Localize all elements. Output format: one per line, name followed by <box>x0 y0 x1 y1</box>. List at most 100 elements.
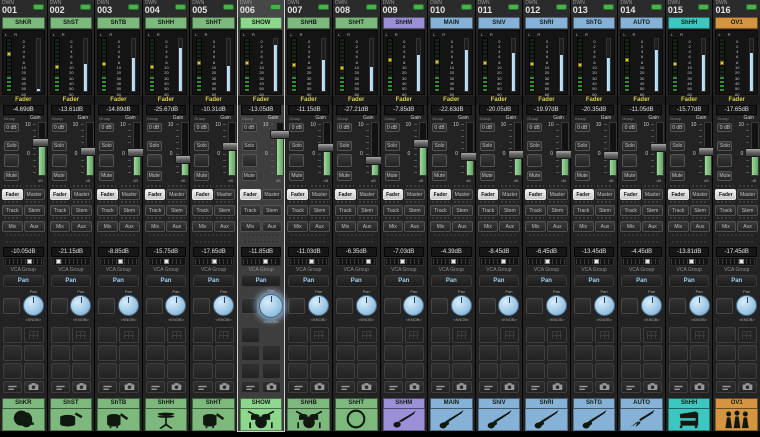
pan-knob[interactable] <box>259 294 283 318</box>
mode-track-button[interactable]: Track <box>573 205 594 216</box>
mode-stem-button[interactable]: Stem <box>262 205 283 216</box>
pad-button[interactable] <box>98 345 117 361</box>
mode-stem-button[interactable]: Stem <box>690 205 711 216</box>
pad-button[interactable] <box>690 363 709 379</box>
pad-button-grid-glyph[interactable] <box>262 327 281 343</box>
scribble-strip[interactable]: ShTB <box>97 17 140 29</box>
io-pad-button[interactable] <box>716 381 735 393</box>
io-pad-button[interactable] <box>146 381 165 393</box>
blank-button[interactable] <box>432 154 447 167</box>
channel-plate[interactable]: ShKR <box>2 398 45 431</box>
zero-db-button[interactable]: 0 dB <box>242 123 257 132</box>
pad-button[interactable] <box>119 363 138 379</box>
channel-plate[interactable]: ShIV <box>478 398 521 431</box>
pad-button[interactable] <box>215 345 234 361</box>
mode-master-button[interactable]: Master <box>404 189 425 200</box>
pan-knob[interactable] <box>451 295 472 316</box>
pan-section-bar[interactable]: Pan <box>431 275 472 287</box>
pad-button-grid-glyph[interactable] <box>452 327 471 343</box>
zero-db-button[interactable]: 0 dB <box>527 123 542 132</box>
knob-side-pad[interactable] <box>193 298 210 314</box>
channel-plate[interactable]: ShHT <box>335 398 378 431</box>
pad-button[interactable] <box>716 327 735 343</box>
pan-section-bar[interactable]: Pan <box>193 275 234 287</box>
pad-button[interactable] <box>241 327 260 343</box>
channel-header[interactable]: DWN 005 <box>190 0 237 17</box>
channel-plate[interactable]: ShST <box>50 398 93 431</box>
mode-stem-button[interactable]: Stem <box>357 205 378 216</box>
mute-button[interactable]: Mute <box>4 171 19 181</box>
pad-button[interactable] <box>288 327 307 343</box>
fader-track[interactable] <box>276 122 284 176</box>
mode-master-button[interactable]: Master <box>547 189 568 200</box>
blank-button[interactable] <box>99 154 114 167</box>
mode-track-button[interactable]: Track <box>192 205 213 216</box>
snapshot-pad-button[interactable] <box>72 381 91 393</box>
pad-button[interactable] <box>146 345 165 361</box>
zero-db-button[interactable]: 0 dB <box>480 123 495 132</box>
mode-track-button[interactable]: Track <box>2 205 23 216</box>
pad-button-grid-glyph[interactable] <box>357 327 376 343</box>
mode-master-button[interactable]: Master <box>309 189 330 200</box>
pad-button[interactable] <box>3 327 22 343</box>
mute-button[interactable]: Mute <box>575 171 590 181</box>
scribble-strip[interactable]: ShTG <box>573 17 616 29</box>
pan-section-bar[interactable]: Pan <box>51 275 92 287</box>
pad-button[interactable] <box>621 363 640 379</box>
mode-track-button[interactable]: Track <box>335 205 356 216</box>
mode-master-button[interactable]: Master <box>71 189 92 200</box>
channel-plate[interactable]: AUTO <box>620 398 663 431</box>
mini-slider[interactable] <box>621 257 662 266</box>
pan-section-bar[interactable]: Pan <box>288 275 329 287</box>
mini-slider-handle[interactable] <box>309 259 314 264</box>
zero-db-button[interactable]: 0 dB <box>99 123 114 132</box>
channel-header[interactable]: DWN 016 <box>713 0 760 17</box>
mini-slider[interactable] <box>288 257 329 266</box>
mode-fader-button[interactable]: Fader <box>430 189 451 200</box>
pad-button[interactable] <box>479 345 498 361</box>
pad-button[interactable] <box>621 327 640 343</box>
channel-header[interactable]: DWN 008 <box>333 0 380 17</box>
pad-button[interactable] <box>574 345 593 361</box>
pan-knob[interactable] <box>118 295 139 316</box>
solo-button[interactable]: Solo <box>717 141 732 151</box>
mute-button[interactable]: Mute <box>385 171 400 181</box>
pan-knob[interactable] <box>165 295 186 316</box>
io-pad-button[interactable] <box>336 381 355 393</box>
solo-button[interactable]: Solo <box>527 141 542 151</box>
mode-fader-button[interactable]: Fader <box>335 189 356 200</box>
mini-slider-handle[interactable] <box>645 259 650 264</box>
pad-button-grid-glyph[interactable] <box>405 327 424 343</box>
pan-section-bar[interactable]: Pan <box>3 275 44 287</box>
mode-master-button[interactable]: Master <box>499 189 520 200</box>
pan-section-bar[interactable]: Pan <box>479 275 520 287</box>
zero-db-button[interactable]: 0 dB <box>52 123 67 132</box>
scribble-strip[interactable]: ShHM <box>383 17 426 29</box>
mini-slider[interactable] <box>241 257 282 266</box>
snapshot-pad-button[interactable] <box>595 381 614 393</box>
channel-plate[interactable]: ShHB <box>287 398 330 431</box>
pan-section-bar[interactable]: Pan <box>384 275 425 287</box>
pad-button[interactable] <box>357 345 376 361</box>
fader-track[interactable] <box>751 122 759 176</box>
fader-track[interactable] <box>181 122 189 176</box>
mini-slider-handle[interactable] <box>594 259 599 264</box>
io-pad-button[interactable] <box>384 381 403 393</box>
mode-master-button[interactable]: Master <box>737 189 758 200</box>
snapshot-pad-button[interactable] <box>452 381 471 393</box>
knob-side-pad[interactable] <box>98 298 115 314</box>
pan-knob[interactable] <box>546 295 567 316</box>
pad-button[interactable] <box>310 345 329 361</box>
pad-button[interactable] <box>3 363 22 379</box>
snapshot-pad-button[interactable] <box>24 381 43 393</box>
pad-button[interactable] <box>3 345 22 361</box>
channel-header[interactable]: DWN 015 <box>666 0 713 17</box>
pad-button-grid-glyph[interactable] <box>24 327 43 343</box>
io-pad-button[interactable] <box>241 381 260 393</box>
channel-plate[interactable]: ShRI <box>525 398 568 431</box>
scribble-strip[interactable]: ShHB <box>287 17 330 29</box>
snapshot-pad-button[interactable] <box>310 381 329 393</box>
mode-master-button[interactable]: Master <box>357 189 378 200</box>
mode-stem-button[interactable]: Stem <box>547 205 568 216</box>
snapshot-pad-button[interactable] <box>167 381 186 393</box>
